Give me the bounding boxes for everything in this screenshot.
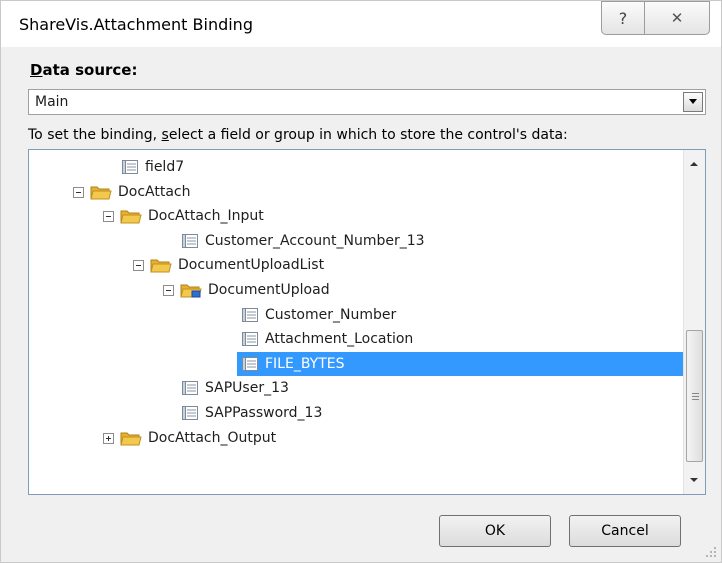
tree-row[interactable]: DocumentUpload (163, 278, 330, 302)
help-button[interactable]: ? (601, 1, 645, 35)
field-icon (242, 357, 258, 371)
tree-row-label: Customer_Account_Number_13 (205, 233, 425, 249)
tree-row[interactable]: field7 (121, 155, 184, 179)
cancel-button[interactable]: Cancel (569, 515, 681, 547)
window-title: ShareVis.Attachment Binding (19, 15, 253, 34)
close-icon: ✕ (670, 9, 684, 27)
arrow-up-icon (690, 162, 698, 166)
collapse-icon[interactable] (163, 284, 174, 296)
binding-dialog: ShareVis.Attachment Binding ? ✕ Data sou… (0, 0, 722, 563)
collapse-icon[interactable] (133, 259, 144, 271)
binding-instruction: To set the binding, select a field or gr… (28, 127, 568, 143)
data-source-label: Data source: (30, 61, 138, 79)
repeating-folder-icon (180, 284, 202, 298)
tree-row[interactable]: Attachment_Location (241, 327, 413, 351)
collapse-icon[interactable] (73, 186, 84, 198)
tree-row[interactable]: SAPPassword_13 (181, 401, 322, 425)
help-icon: ? (618, 8, 628, 28)
tree-row[interactable]: DocAttach_Output (103, 426, 276, 450)
scroll-down-button[interactable] (684, 470, 705, 490)
field-icon (182, 406, 198, 420)
chevron-down-icon (689, 99, 697, 104)
tree-row-label: DocAttach (118, 184, 191, 200)
field-icon (242, 308, 258, 322)
ok-button[interactable]: OK (439, 515, 551, 547)
tree-row-label: field7 (145, 159, 185, 175)
folder-icon (90, 186, 112, 200)
folder-icon (120, 432, 142, 446)
tree-scrollbar[interactable] (683, 150, 705, 494)
tree-row-label: DocumentUpload (208, 282, 330, 298)
scroll-up-button[interactable] (684, 154, 705, 174)
tree-row-label: SAPUser_13 (205, 380, 289, 396)
resize-grip-icon[interactable] (705, 546, 717, 558)
folder-icon (150, 259, 172, 273)
data-source-dropdown-button[interactable] (683, 92, 703, 112)
tree-row-label: Attachment_Location (265, 331, 414, 347)
close-button[interactable]: ✕ (644, 1, 710, 35)
data-source-select[interactable]: Main (28, 89, 706, 115)
collapse-icon[interactable] (103, 210, 114, 222)
tree-row-label: DocAttach_Input (148, 208, 264, 224)
scroll-thumb[interactable] (686, 330, 703, 462)
tree-row-label: Customer_Number (265, 307, 397, 323)
arrow-down-icon (690, 478, 698, 482)
folder-icon (120, 210, 142, 224)
tree-row[interactable]: DocAttach_Input (103, 204, 264, 228)
tree-row-label: SAPPassword_13 (205, 405, 323, 421)
tree-row[interactable]: SAPUser_13 (181, 376, 289, 400)
tree-row-label: DocumentUploadList (178, 257, 325, 273)
tree-row[interactable]: FILE_BYTES (237, 352, 705, 376)
data-source-value: Main (35, 94, 69, 110)
field-icon (122, 160, 138, 174)
field-icon (182, 381, 198, 395)
tree-row-label: DocAttach_Output (148, 430, 277, 446)
field-icon (242, 332, 258, 346)
title-bar: ShareVis.Attachment Binding ? ✕ (1, 1, 721, 47)
tree-row[interactable]: Customer_Number (241, 303, 396, 327)
expand-icon[interactable] (103, 432, 114, 444)
tree-row-label: FILE_BYTES (265, 356, 345, 372)
tree-row[interactable]: DocAttach (73, 180, 191, 204)
tree-row[interactable]: Customer_Account_Number_13 (181, 229, 425, 253)
field-icon (182, 234, 198, 248)
tree-row[interactable]: DocumentUploadList (133, 253, 324, 277)
field-tree[interactable]: field7 DocAttach DocAttach_Input Customer_A… (28, 149, 706, 495)
grip-icon (692, 393, 699, 400)
